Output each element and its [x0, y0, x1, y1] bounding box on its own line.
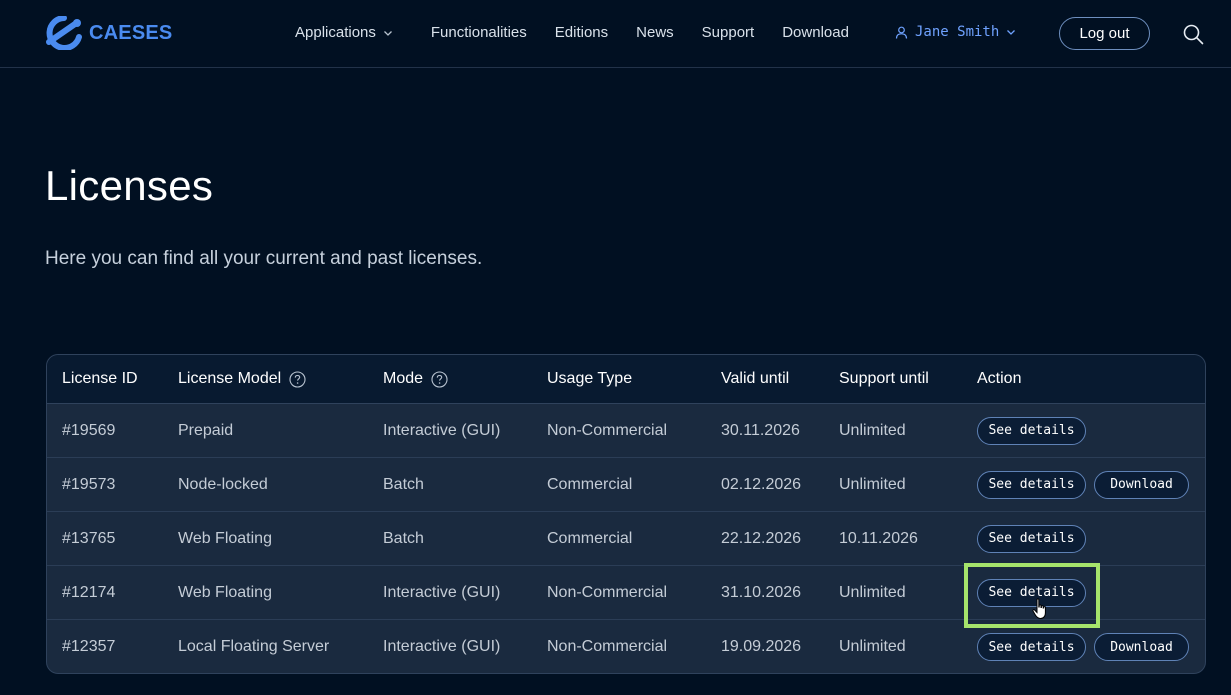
brand-name: CAESES	[89, 21, 173, 44]
license-model: Web Floating	[178, 529, 272, 547]
license-mode: Batch	[383, 529, 424, 547]
row-actions: See details	[977, 512, 1086, 565]
license-id: #12357	[62, 638, 116, 655]
header-support-until-label: Support until	[839, 370, 929, 387]
nav-download[interactable]: Download	[782, 24, 849, 41]
nav-applications-label: Applications	[295, 24, 376, 41]
header-action-label: Action	[977, 370, 1022, 387]
header-mode: Mode	[383, 355, 448, 403]
table-row: #12174 Web Floating Interactive (GUI) No…	[47, 566, 1205, 620]
usage-type: Non-Commercial	[547, 421, 668, 439]
brand-logo[interactable]: CAESES	[45, 16, 172, 50]
usage-type: Commercial	[547, 475, 633, 493]
usage-type: Commercial	[547, 529, 633, 547]
license-model: Web Floating	[178, 583, 272, 601]
table-row: #12357 Local Floating Server Interactive…	[47, 620, 1205, 673]
support-until: Unlimited	[839, 421, 906, 439]
caeses-logo-icon	[46, 16, 82, 50]
see-details-button[interactable]: See details	[977, 470, 1086, 499]
logout-button[interactable]: Log out	[1059, 17, 1150, 50]
nav-download-label: Download	[782, 24, 849, 41]
valid-until: 30.11.2026	[721, 421, 800, 439]
license-id: #12174	[62, 583, 116, 601]
table-header-row: License ID License Model Mode Usage Type…	[47, 355, 1205, 404]
chevron-down-icon	[383, 30, 392, 36]
header-license-id-label: License ID	[62, 370, 138, 387]
support-until: 10.11.2026	[839, 529, 918, 547]
header-usage-type-label: Usage Type	[547, 370, 633, 387]
row-actions: See details	[977, 566, 1086, 619]
help-icon[interactable]	[289, 370, 306, 388]
valid-until: 02.12.2026	[721, 475, 802, 493]
nav-editions-label: Editions	[554, 24, 609, 41]
header-valid-until-label: Valid until	[721, 370, 790, 387]
nav-news[interactable]: News	[636, 24, 674, 41]
row-actions: See details Download	[977, 620, 1189, 673]
table-row: #19573 Node-locked Batch Commercial 02.1…	[47, 458, 1205, 512]
license-model: Local Floating Server	[178, 638, 330, 655]
nav-applications[interactable]: Applications	[295, 24, 394, 41]
valid-until: 22.12.2026	[721, 529, 802, 547]
valid-until: 31.10.2026	[721, 583, 802, 601]
header-valid-until: Valid until	[721, 355, 789, 403]
nav-functionalities-label: Functionalities	[430, 24, 527, 41]
valid-until: 19.09.2026	[721, 638, 802, 655]
search-icon[interactable]	[1182, 23, 1204, 45]
row-actions: See details Download	[977, 458, 1189, 511]
see-details-button[interactable]: See details	[977, 416, 1086, 445]
page-title: Licenses	[45, 162, 214, 209]
table-row: #19569 Prepaid Interactive (GUI) Non-Com…	[47, 404, 1205, 458]
user-menu[interactable]: Jane Smith	[895, 24, 1017, 40]
license-mode: Batch	[383, 475, 424, 493]
see-details-button[interactable]: See details	[977, 578, 1086, 607]
nav-news-label: News	[636, 24, 674, 41]
license-id: #19569	[62, 421, 116, 439]
user-name: Jane Smith	[915, 24, 1000, 40]
header-mode-label: Mode	[383, 370, 424, 387]
see-details-button[interactable]: See details	[977, 524, 1086, 553]
license-mode: Interactive (GUI)	[383, 583, 501, 601]
license-model: Prepaid	[178, 421, 234, 439]
site-header: CAESES Applications Functionalities Edit…	[0, 0, 1231, 68]
support-until: Unlimited	[839, 638, 906, 655]
header-license-model-label: License Model	[178, 370, 282, 387]
download-button[interactable]: Download	[1094, 470, 1189, 499]
licenses-table: License ID License Model Mode Usage Type…	[46, 354, 1206, 674]
chevron-down-icon	[1007, 30, 1016, 35]
license-id: #19573	[62, 475, 116, 493]
user-icon	[895, 26, 908, 39]
nav-editions[interactable]: Editions	[555, 24, 608, 41]
header-usage-type: Usage Type	[547, 355, 632, 403]
download-button[interactable]: Download	[1094, 633, 1189, 661]
nav-support[interactable]: Support	[702, 24, 755, 41]
header-license-id: License ID	[62, 355, 138, 403]
license-model: Node-locked	[178, 475, 268, 493]
nav-support-label: Support	[701, 24, 755, 41]
help-icon[interactable]	[431, 370, 448, 388]
license-mode: Interactive (GUI)	[383, 638, 501, 655]
table-row: #13765 Web Floating Batch Commercial 22.…	[47, 512, 1205, 566]
usage-type: Non-Commercial	[547, 583, 668, 601]
page-subtitle: Here you can find all your current and p…	[45, 248, 483, 269]
header-support-until: Support until	[839, 355, 929, 403]
nav-functionalities[interactable]: Functionalities	[431, 24, 527, 41]
header-action: Action	[977, 355, 1021, 403]
main-nav: Applications Functionalities Editions Ne…	[295, 24, 849, 41]
license-mode: Interactive (GUI)	[383, 421, 501, 439]
row-actions: See details	[977, 404, 1086, 457]
support-until: Unlimited	[839, 475, 906, 493]
support-until: Unlimited	[839, 583, 906, 601]
usage-type: Non-Commercial	[547, 638, 668, 655]
header-license-model: License Model	[178, 355, 306, 403]
license-id: #13765	[62, 529, 116, 547]
see-details-button[interactable]: See details	[977, 633, 1086, 661]
